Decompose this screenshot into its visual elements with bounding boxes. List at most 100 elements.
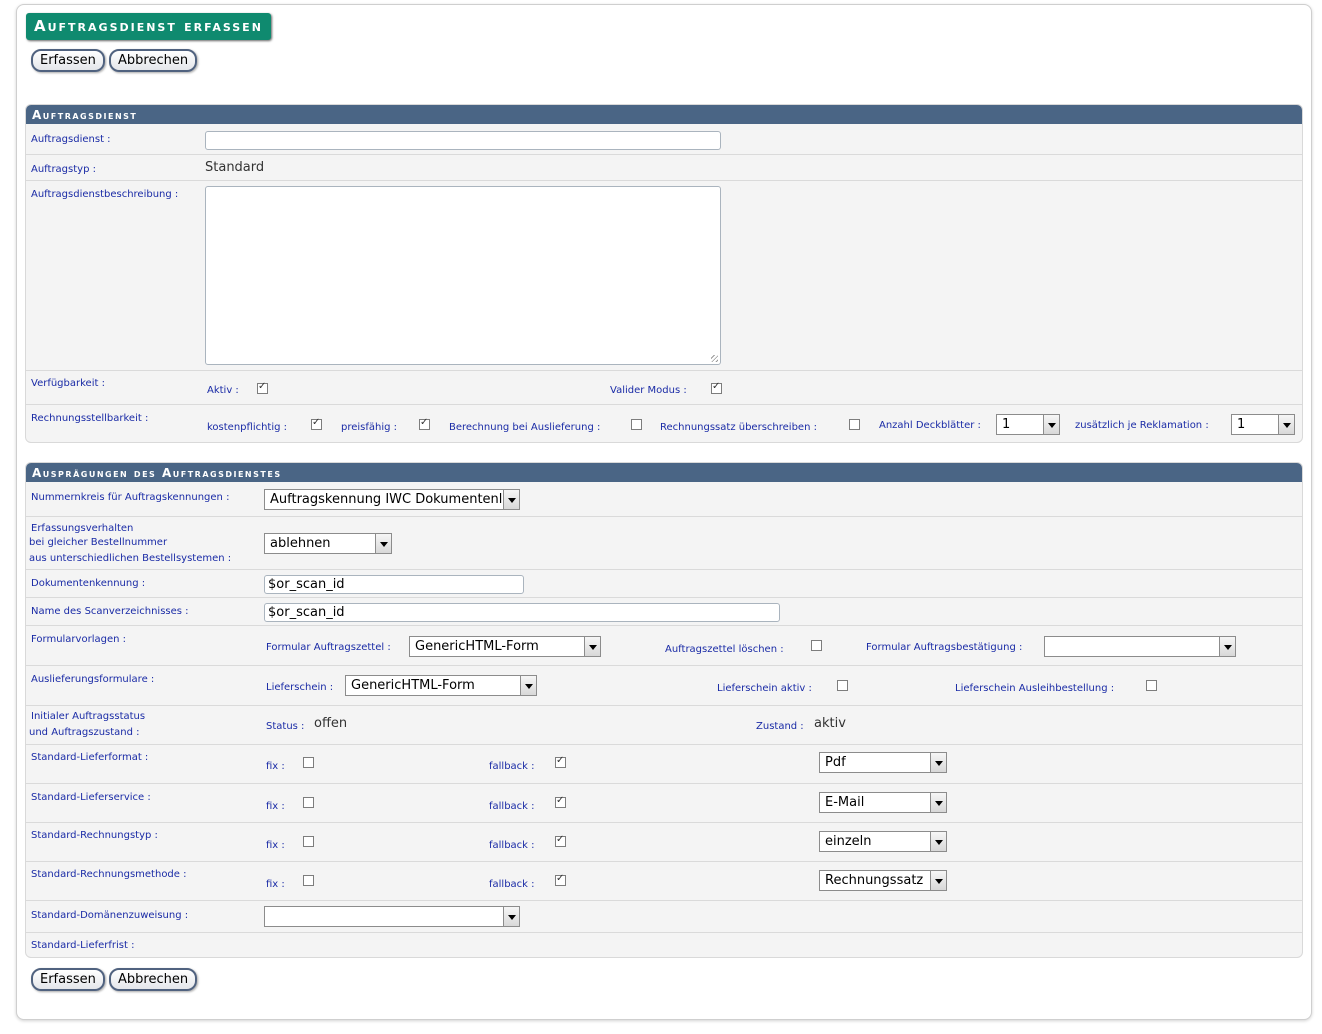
- row-auftragstyp: Auftragstyp : Standard: [26, 154, 1302, 181]
- lieferservice-select[interactable]: E-Mail: [819, 792, 947, 813]
- auftragszettel-loeschen-checkbox[interactable]: [811, 640, 822, 651]
- row-rechnungsmethode: Standard-Rechnungsmethode : fix : fallba…: [26, 861, 1302, 901]
- rechnungstyp-fix-checkbox[interactable]: [303, 836, 314, 847]
- row-nummernkreis: Nummernkreis für Auftragskennungen : Auf…: [26, 483, 1302, 516]
- lieferformat-fix-label: fix :: [266, 761, 285, 772]
- lieferformat-label: Standard-Lieferformat :: [31, 752, 149, 763]
- lieferformat-fix-checkbox[interactable]: [303, 757, 314, 768]
- auftragsbestaetigung-label: Formular Auftragsbestätigung :: [866, 642, 1023, 653]
- auftragszettel-loeschen-label: Auftragszettel löschen :: [665, 644, 784, 655]
- chevron-down-icon[interactable]: [930, 793, 946, 812]
- reklamation-label: zusätzlich je Reklamation :: [1075, 420, 1209, 431]
- submit-button-bottom[interactable]: Erfassen: [31, 968, 105, 991]
- chevron-down-icon[interactable]: [1043, 415, 1059, 434]
- row-verfuegbarkeit: Verfügbarkeit : Aktiv : Valider Modus :: [26, 370, 1302, 404]
- cancel-button-bottom[interactable]: Abbrechen: [109, 968, 198, 991]
- erfassung-select[interactable]: ablehnen: [264, 533, 392, 554]
- auftragszettel-label: Formular Auftragszettel :: [266, 642, 391, 653]
- chevron-down-icon[interactable]: [375, 534, 391, 553]
- aktiv-label: Aktiv :: [207, 385, 239, 396]
- chevron-down-icon[interactable]: [503, 907, 519, 926]
- page-title: Auftragsdienst erfassen: [26, 13, 271, 40]
- erfassung-label-line3: aus unterschiedlichen Bestellsystemen :: [29, 553, 232, 564]
- initial-label-line2: und Auftragszustand :: [29, 727, 140, 738]
- chevron-down-icon[interactable]: [930, 753, 946, 772]
- section-auspraegungen: Ausprägungen des Auftragsdienstes Nummer…: [25, 462, 1303, 958]
- domaene-label: Standard-Domänenzuweisung :: [31, 910, 189, 921]
- chevron-down-icon[interactable]: [584, 637, 600, 656]
- valider-modus-checkbox[interactable]: [711, 381, 722, 394]
- beschreibung-textarea[interactable]: [205, 186, 721, 365]
- row-lieferservice: Standard-Lieferservice : fix : fallback …: [26, 783, 1302, 823]
- initial-label-line1: Initialer Auftragsstatus: [31, 711, 146, 722]
- auftragsdienst-input[interactable]: [205, 131, 721, 150]
- lieferschein-select[interactable]: GenericHTML-Form: [345, 675, 537, 696]
- rechnungsmethode-value: Rechnungssatz: [825, 873, 924, 888]
- deckblaetter-value: 1: [1002, 417, 1011, 432]
- lieferformat-fallback-checkbox[interactable]: [555, 755, 566, 768]
- kostenpflichtig-label: kostenpflichtig :: [207, 422, 288, 433]
- lieferfrist-label: Standard-Lieferfrist :: [31, 940, 135, 951]
- lieferformat-fallback-label: fallback :: [489, 761, 535, 772]
- row-erfassung: Erfassungsverhalten bei gleicher Bestell…: [26, 516, 1302, 570]
- reklamation-select[interactable]: 1: [1231, 414, 1295, 435]
- lieferservice-fix-checkbox[interactable]: [303, 797, 314, 808]
- chevron-down-icon[interactable]: [520, 676, 536, 695]
- chevron-down-icon[interactable]: [930, 832, 946, 851]
- formularvorlagen-label: Formularvorlagen :: [31, 634, 126, 645]
- ueberschreiben-checkbox[interactable]: [849, 419, 860, 430]
- rechnungsmethode-label: Standard-Rechnungsmethode :: [31, 869, 187, 880]
- lieferformat-value: Pdf: [825, 755, 846, 770]
- submit-button-top[interactable]: Erfassen: [31, 49, 105, 72]
- deckblaetter-label: Anzahl Deckblätter :: [879, 420, 981, 431]
- lieferservice-fallback-checkbox[interactable]: [555, 795, 566, 808]
- rechnungsmethode-fix-checkbox[interactable]: [303, 875, 314, 886]
- rechnungsmethode-fallback-checkbox[interactable]: [555, 873, 566, 886]
- lieferschein-value: GenericHTML-Form: [351, 678, 475, 693]
- nummernkreis-label: Nummernkreis für Auftragskennungen :: [31, 492, 230, 503]
- kostenpflichtig-checkbox[interactable]: [311, 417, 322, 430]
- domaene-select[interactable]: [264, 906, 520, 927]
- row-auftragsdienst: Auftragsdienst :: [26, 125, 1302, 154]
- auftragszettel-select[interactable]: GenericHTML-Form: [409, 636, 601, 657]
- zustand-label: Zustand :: [756, 721, 804, 732]
- auftragsbestaetigung-select[interactable]: [1044, 636, 1236, 657]
- lieferservice-fix-label: fix :: [266, 801, 285, 812]
- berechnung-checkbox[interactable]: [631, 419, 642, 430]
- auslieferung-label: Auslieferungsformulare :: [31, 674, 155, 685]
- valider-modus-label: Valider Modus :: [610, 385, 687, 396]
- ueberschreiben-label: Rechnungssatz überschreiben :: [660, 422, 817, 433]
- preisfaehig-checkbox[interactable]: [419, 417, 430, 430]
- rechnungstyp-fix-label: fix :: [266, 840, 285, 851]
- chevron-down-icon[interactable]: [503, 490, 519, 509]
- reklamation-value: 1: [1237, 417, 1246, 432]
- ausleihbestellung-label: Lieferschein Ausleihbestellung :: [955, 683, 1115, 694]
- status-value: offen: [314, 716, 348, 731]
- lieferschein-aktiv-checkbox[interactable]: [837, 680, 848, 691]
- rechnungstyp-fallback-label: fallback :: [489, 840, 535, 851]
- rechnungstyp-select[interactable]: einzeln: [819, 831, 947, 852]
- chevron-down-icon[interactable]: [1219, 637, 1235, 656]
- row-dokumentenkennung: Dokumentenkennung :: [26, 569, 1302, 598]
- row-rechnungsstellbarkeit: Rechnungsstellbarkeit : kostenpflichtig …: [26, 404, 1302, 442]
- preisfaehig-label: preisfähig :: [341, 422, 398, 433]
- chevron-down-icon[interactable]: [930, 871, 946, 890]
- cancel-button-top[interactable]: Abbrechen: [109, 49, 198, 72]
- aktiv-checkbox[interactable]: [257, 381, 268, 394]
- chevron-down-icon[interactable]: [1278, 415, 1294, 434]
- resize-grip-icon[interactable]: [711, 355, 718, 362]
- rechnungsstellbarkeit-label: Rechnungsstellbarkeit :: [31, 413, 149, 424]
- ausleihbestellung-checkbox[interactable]: [1146, 680, 1157, 691]
- deckblaetter-select[interactable]: 1: [996, 414, 1060, 435]
- rechnungsmethode-select[interactable]: Rechnungssatz: [819, 870, 947, 891]
- section-header: Auftragsdienst: [26, 105, 1302, 124]
- dokumentenkennung-label: Dokumentenkennung :: [31, 578, 146, 589]
- dokumentenkennung-input[interactable]: [264, 575, 524, 594]
- scanverzeichnis-input[interactable]: [264, 603, 780, 622]
- berechnung-label: Berechnung bei Auslieferung :: [449, 422, 601, 433]
- lieferschein-label: Lieferschein :: [266, 682, 334, 693]
- lieferservice-fallback-label: fallback :: [489, 801, 535, 812]
- rechnungstyp-fallback-checkbox[interactable]: [555, 834, 566, 847]
- nummernkreis-select[interactable]: Auftragskennung IWC Dokumentenl: [264, 489, 520, 510]
- lieferformat-select[interactable]: Pdf: [819, 752, 947, 773]
